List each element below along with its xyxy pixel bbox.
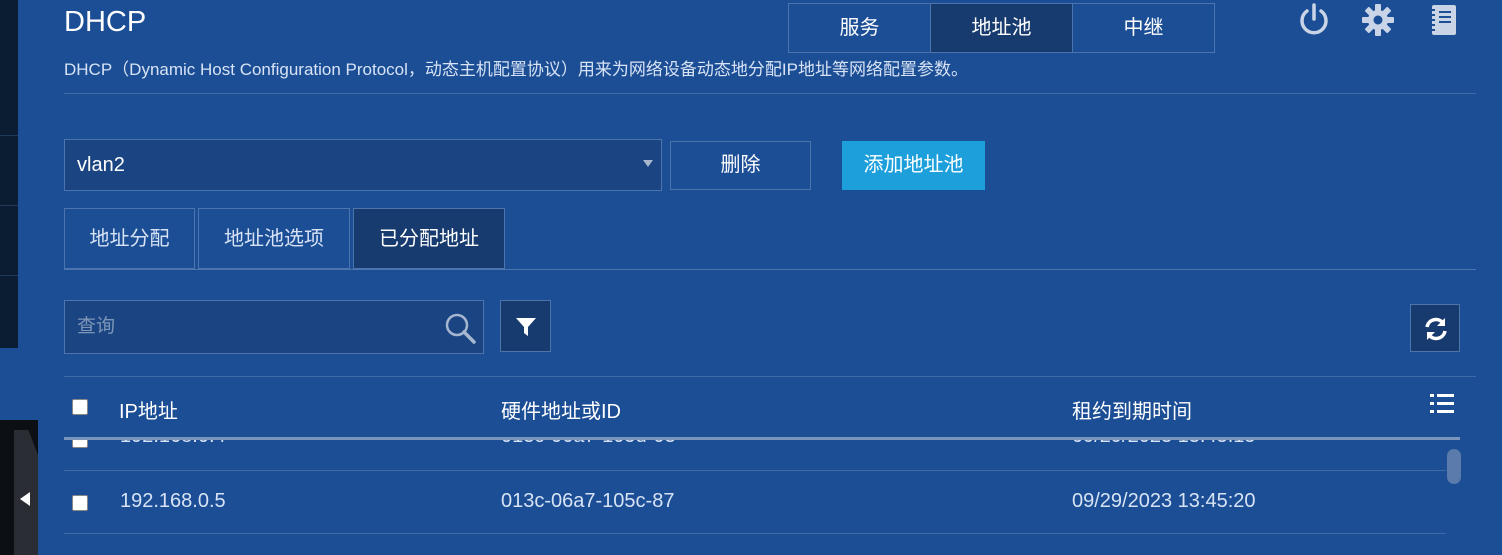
column-header-lease-expiry[interactable]: 租约到期时间 bbox=[1072, 395, 1192, 424]
cell-ip: 192.168.0.5 bbox=[120, 490, 226, 512]
search-icon[interactable] bbox=[443, 311, 477, 345]
tab-pool-options[interactable]: 地址池选项 bbox=[198, 208, 350, 269]
page-description: DHCP（Dynamic Host Configuration Protocol… bbox=[64, 60, 968, 79]
power-icon[interactable] bbox=[1296, 2, 1332, 38]
tab-service[interactable]: 服务 bbox=[789, 4, 931, 52]
add-pool-button[interactable]: 添加地址池 bbox=[842, 141, 985, 190]
column-header-hardware-address[interactable]: 硬件地址或ID bbox=[501, 395, 621, 424]
refresh-icon bbox=[1425, 317, 1447, 341]
row-checkbox[interactable] bbox=[72, 495, 88, 511]
search-box bbox=[64, 300, 484, 354]
divider bbox=[64, 376, 1476, 377]
page-title: DHCP bbox=[64, 6, 147, 38]
row-divider bbox=[64, 533, 1446, 534]
cell-hardware-address: 013c-06a7-105d-03 bbox=[501, 440, 676, 448]
pool-select-value: vlan2 bbox=[77, 154, 125, 176]
tab-relay[interactable]: 中继 bbox=[1073, 4, 1214, 52]
top-tabs: 服务 地址池 中继 bbox=[788, 3, 1215, 53]
row-divider bbox=[64, 470, 1446, 471]
delete-button[interactable]: 删除 bbox=[670, 141, 811, 190]
search-input[interactable] bbox=[65, 301, 435, 353]
table-scrollbar[interactable] bbox=[1447, 449, 1461, 484]
left-sidebar-strip bbox=[0, 0, 18, 348]
table-row: 192.168.0.4 013c-06a7-105d-03 09/29/2023… bbox=[64, 440, 1446, 470]
column-settings-icon[interactable] bbox=[1430, 393, 1454, 415]
select-all-checkbox[interactable] bbox=[72, 399, 88, 415]
tab-address-pool[interactable]: 地址池 bbox=[931, 4, 1073, 52]
caret-down-icon bbox=[643, 160, 653, 167]
cell-lease-expiry: 09/29/2023 13:45:20 bbox=[1072, 490, 1256, 512]
toolbar-icons bbox=[1296, 2, 1466, 42]
column-header-ip[interactable]: IP地址 bbox=[119, 395, 178, 424]
row-checkbox[interactable] bbox=[72, 440, 88, 448]
divider bbox=[64, 93, 1476, 94]
gear-icon[interactable] bbox=[1360, 2, 1396, 38]
chevron-left-icon bbox=[20, 492, 30, 506]
notebook-icon[interactable] bbox=[1426, 2, 1462, 38]
sidebar-toggle[interactable] bbox=[0, 420, 38, 555]
filter-icon bbox=[516, 318, 536, 336]
filter-button[interactable] bbox=[500, 300, 551, 352]
tab-address-allocation[interactable]: 地址分配 bbox=[64, 208, 195, 269]
tab-allocated-addresses[interactable]: 已分配地址 bbox=[353, 208, 505, 269]
cell-ip: 192.168.0.4 bbox=[120, 440, 226, 448]
cell-hardware-address: 013c-06a7-105c-87 bbox=[501, 490, 675, 512]
divider bbox=[64, 269, 1476, 270]
pool-select[interactable]: vlan2 bbox=[64, 139, 662, 191]
refresh-button[interactable] bbox=[1410, 304, 1460, 352]
cell-lease-expiry: 09/29/2023 13:45:15 bbox=[1072, 440, 1256, 448]
